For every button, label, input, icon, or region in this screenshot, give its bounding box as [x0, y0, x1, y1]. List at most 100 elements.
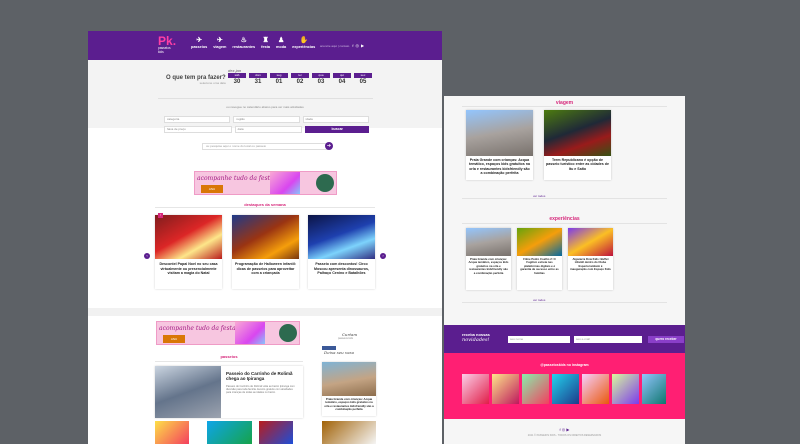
day-button[interactable]: ter 02 — [291, 73, 309, 87]
featured-card[interactable]: Passeio do Carrinho de Rolimã chega ao I… — [155, 366, 303, 418]
instagram-photo[interactable] — [612, 374, 639, 404]
category-select[interactable]: categoria — [164, 116, 231, 123]
filter-form: categoria região idade faixa de preço da… — [164, 116, 370, 136]
newsletter-label: receba nossas novidades! — [462, 332, 504, 343]
shirt-icon: ♟ — [277, 37, 285, 44]
side-card[interactable]: Praia Grande com crianças: Acqua temátic… — [322, 362, 376, 416]
home-page-mockup: Pk. passeios kids ✈ passeios ✈ viagem ♨ res… — [88, 31, 442, 444]
thumb-image[interactable] — [207, 421, 252, 444]
logo-subtitle: passeios kids — [158, 46, 171, 54]
card-image — [517, 228, 562, 256]
nav-item-festa[interactable]: ♜ festa — [261, 37, 270, 49]
day-button[interactable]: qui 04 — [333, 73, 351, 87]
nav-item-moda[interactable]: ♟ moda — [276, 37, 286, 49]
search-input[interactable]: ou pesquise aqui o nome do local ou pass… — [202, 143, 328, 150]
day-button[interactable]: sáb 30 — [228, 73, 246, 87]
logo-dot: . — [172, 34, 177, 48]
day-button[interactable]: dom 31 — [249, 73, 267, 87]
day-button[interactable]: seg 01 — [270, 73, 288, 87]
price-select[interactable]: faixa de preço — [164, 126, 232, 133]
experiencia-card[interactable]: Praia Grande com crianças: Acqua temátic… — [466, 228, 511, 290]
highlight-card[interactable]: Descontel Papai Noel no seu casa virtual… — [155, 215, 222, 289]
nav-item-experiencias[interactable]: ✋ experiências — [292, 37, 315, 49]
card-title: Passeio com descontos! Circo Moscou apre… — [314, 262, 369, 276]
day-number: 03 — [317, 79, 325, 85]
region-select[interactable]: região — [233, 116, 300, 123]
newsletter-bar: receba nossas novidades! seu nome seu e-… — [444, 325, 685, 353]
newsletter-email-input[interactable]: seu e-mail — [574, 336, 642, 343]
day-number: 04 — [338, 79, 346, 85]
youtube-icon[interactable]: ▶ — [361, 43, 364, 48]
age-select[interactable]: idade — [302, 116, 369, 123]
facebook-caption: passeios kids — [338, 337, 354, 340]
highlight-card[interactable]: Programação de Halloween infantil: dicas… — [232, 215, 299, 289]
side-card-image — [322, 362, 376, 396]
search-go-button[interactable]: ➔ — [325, 142, 333, 150]
day-number: 30 — [233, 79, 241, 85]
hand-icon: ✋ — [299, 37, 309, 44]
instagram-photo[interactable] — [552, 374, 579, 404]
thumb-image[interactable] — [322, 421, 376, 444]
day-button[interactable]: qua 03 — [312, 73, 330, 87]
nav-item-restaurantes[interactable]: ♨ restaurantes — [232, 37, 255, 49]
date-select[interactable]: data — [234, 126, 303, 133]
viagem-card[interactable]: Trem Republicano é opção de passeio turí… — [544, 110, 611, 180]
footer-social-icons[interactable]: f ◎ ▶ — [444, 427, 685, 432]
facebook-icon[interactable]: f — [352, 43, 353, 48]
nav-label: viagem — [213, 45, 227, 49]
instagram-photo[interactable] — [522, 374, 549, 404]
instagram-photo[interactable] — [492, 374, 519, 404]
highlight-card[interactable]: Passeio com descontos! Circo Moscou apre… — [308, 215, 375, 289]
banner-logo — [279, 324, 297, 342]
viagem-card[interactable]: Praia Grande com crianças: Acqua temátic… — [466, 110, 533, 180]
card-image — [466, 110, 533, 156]
card-image — [232, 215, 299, 259]
experiencia-card[interactable]: Algazarra Dow Kids: Buffet infantil dent… — [568, 228, 613, 290]
card-title: Praia Grande com crianças: Acqua temátic… — [468, 257, 509, 275]
cutlery-icon: ♨ — [240, 37, 247, 44]
day-number: 02 — [296, 79, 304, 85]
site-logo[interactable]: Pk. passeios kids — [158, 34, 177, 56]
newsletter-name-input[interactable]: seu nome — [508, 336, 570, 343]
thumb-image[interactable] — [155, 421, 189, 444]
side-label: Deixa seu vaso — [324, 350, 355, 355]
search-button[interactable]: buscar — [305, 126, 370, 133]
section-divider — [462, 223, 667, 224]
banner-logo — [316, 174, 334, 192]
carousel-next-button[interactable]: › — [380, 253, 386, 259]
instagram-photo[interactable] — [642, 374, 666, 404]
nav-item-passeios[interactable]: ✈ passeios — [191, 37, 207, 49]
banner-badge: ANU — [201, 185, 223, 193]
experiencia-card[interactable]: Filme Pedro Coelho 2: O Fugitivo estreia… — [517, 228, 562, 290]
featured-image — [155, 366, 221, 418]
section-divider — [462, 106, 667, 107]
day-button[interactable]: sex 05 — [354, 73, 372, 87]
nav-label: experiências — [292, 45, 316, 49]
header-links[interactable]: anuncie aqui | contato — [320, 44, 349, 48]
passeios-title: passeios — [220, 354, 238, 359]
plane-icon: ✈ — [196, 37, 203, 44]
day-number: 31 — [254, 79, 262, 85]
instagram-icon[interactable]: ◎ — [355, 43, 359, 48]
newsletter-submit-button[interactable]: quero receber — [648, 336, 684, 343]
card-title: Praia Grande com crianças: Acqua temátic… — [469, 158, 530, 176]
carousel-prev-button[interactable]: ‹ — [144, 253, 150, 259]
featured-title: Passeio do Carrinho de Rolimã chega ao I… — [226, 371, 293, 382]
instagram-photo[interactable] — [582, 374, 609, 404]
instagram-section: @passeioskids no instagram — [444, 353, 685, 419]
hero-divider — [158, 98, 373, 99]
instagram-title: @passeioskids no instagram — [540, 363, 589, 367]
experiencias-title: experiências — [549, 216, 580, 222]
nav-item-viagem[interactable]: ✈ viagem — [213, 37, 226, 49]
banner-text: acompanhe tudo da festa — [159, 325, 236, 332]
hero-question-sub: selecione uma data — [199, 81, 226, 85]
ad-banner-2[interactable]: acompanhe tudo da festa ANU — [156, 321, 300, 345]
thumb-image[interactable] — [259, 421, 293, 444]
nav-label: moda — [276, 45, 287, 49]
featured-excerpt: Passeio do Carrinho de Rolimã volta ao b… — [226, 385, 295, 395]
nav-label: restaurantes — [232, 45, 256, 49]
newsletter-label-em: novidades! — [462, 336, 490, 343]
instagram-photo[interactable] — [462, 374, 489, 404]
ad-banner[interactable]: acompanhe tudo da festa ANU — [194, 171, 337, 195]
day-selector: sáb 30 dom 31 seg 01 ter 02 qua 03 qui 04 sex 0… — [228, 73, 372, 87]
